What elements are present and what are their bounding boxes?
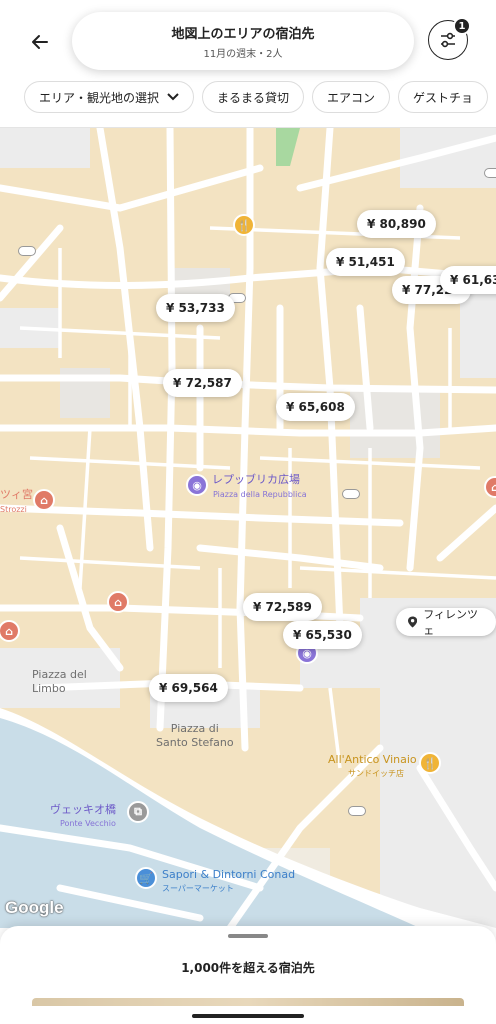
poi-sublabel-strozzi: Strozzi: [0, 505, 27, 514]
poi-label-antico: All'Antico Vinaio: [328, 753, 417, 766]
price-pill[interactable]: ¥ 61,637: [440, 266, 496, 294]
poi-label-republic: レプッブリカ広場: [212, 473, 300, 486]
poi-label-strozzi: ツィ宮: [0, 488, 33, 501]
location-pill[interactable]: フィレンツェ: [396, 608, 496, 637]
price-pill[interactable]: ¥ 69,564: [149, 674, 228, 702]
google-logo: Google: [5, 898, 64, 917]
back-button[interactable]: [22, 28, 58, 56]
filter-button[interactable]: 1: [428, 17, 471, 60]
price-pill[interactable]: ¥ 51,451: [326, 248, 405, 276]
map-dot[interactable]: [348, 806, 366, 816]
chip-air-conditioning[interactable]: エアコン: [312, 81, 391, 113]
restaurant-icon[interactable]: 🍴: [233, 214, 255, 236]
price-pill[interactable]: ¥ 65,608: [276, 393, 355, 421]
poi-sublabel-republic: Piazza della Repubblica: [213, 490, 307, 499]
price-pill[interactable]: ¥ 80,890: [357, 210, 436, 238]
arrow-left-icon: [32, 35, 48, 49]
price-pill[interactable]: ¥ 72,589: [243, 593, 322, 621]
map-dot[interactable]: [484, 168, 496, 178]
chevron-down-icon: [167, 93, 179, 101]
header: 地図上のエリアの宿泊先 11月の週末・2人 1 エリア・観光地の選択 まるまる貸…: [0, 0, 496, 128]
chip-entire-place[interactable]: まるまる貸切: [202, 81, 305, 113]
poi-sublabel-vecchio: Ponte Vecchio: [60, 819, 116, 828]
poi-label-limbo: Piazza del Limbo: [32, 668, 87, 695]
poi-sublabel-antico: サンドイッチ店: [348, 769, 404, 778]
price-pill[interactable]: ¥ 65,530: [283, 621, 362, 649]
poi-sublabel-conad: スーパーマーケット: [162, 884, 234, 893]
chip-label: まるまる貸切: [217, 90, 290, 105]
landmark-icon[interactable]: ⌂: [107, 591, 129, 613]
landmark-icon[interactable]: ⌂: [33, 489, 55, 511]
search-title: 地図上のエリアの宿泊先: [171, 26, 315, 42]
listing-count: 1,000件を超える宿泊先: [181, 961, 315, 975]
chip-label: エアコン: [327, 90, 376, 105]
map-dot[interactable]: [18, 246, 36, 256]
listing-photo-peek[interactable]: [32, 998, 464, 1006]
price-pill[interactable]: ¥ 53,733: [156, 294, 235, 322]
search-subtitle: 11月の週末・2人: [203, 48, 283, 60]
chip-guest-favorite[interactable]: ゲストチョ: [398, 81, 489, 113]
price-pill[interactable]: ¥ 72,587: [163, 369, 242, 397]
filter-count-badge: 1: [453, 17, 471, 35]
search-pill[interactable]: 地図上のエリアの宿泊先 11月の週末・2人: [72, 12, 414, 70]
sliders-icon: [441, 32, 455, 48]
sheet-grabber[interactable]: [228, 934, 268, 938]
map[interactable]: 🍴 ⌂ ⌂ ⌂ ⌂ ◉ ◉ 🍴 ⧉ 🛒 レプッブリカ広場 Piazza dell…: [0, 128, 496, 928]
bridge-icon[interactable]: ⧉: [127, 801, 149, 823]
camera-icon[interactable]: ◉: [186, 474, 208, 496]
home-indicator[interactable]: [192, 1014, 304, 1018]
poi-label-conad: Sapori & Dintorni Conad: [162, 868, 296, 881]
map-pin-icon: [408, 616, 418, 628]
location-label: フィレンツェ: [423, 608, 479, 637]
poi-label-vecchio: ヴェッキオ橋: [50, 803, 116, 816]
shopping-cart-icon[interactable]: 🛒: [135, 867, 157, 889]
chip-label: エリア・観光地の選択: [39, 90, 160, 105]
chip-label: ゲストチョ: [413, 90, 474, 105]
filter-chips: エリア・観光地の選択 まるまる貸切 エアコン ゲストチョ: [24, 81, 489, 113]
map-dot[interactable]: [342, 489, 360, 499]
bottom-sheet[interactable]: 1,000件を超える宿泊先: [0, 926, 496, 1024]
chip-area-selection[interactable]: エリア・観光地の選択: [24, 81, 195, 113]
restaurant-icon[interactable]: 🍴: [419, 752, 441, 774]
poi-label-stefano: Piazza di Santo Stefano: [156, 722, 234, 749]
